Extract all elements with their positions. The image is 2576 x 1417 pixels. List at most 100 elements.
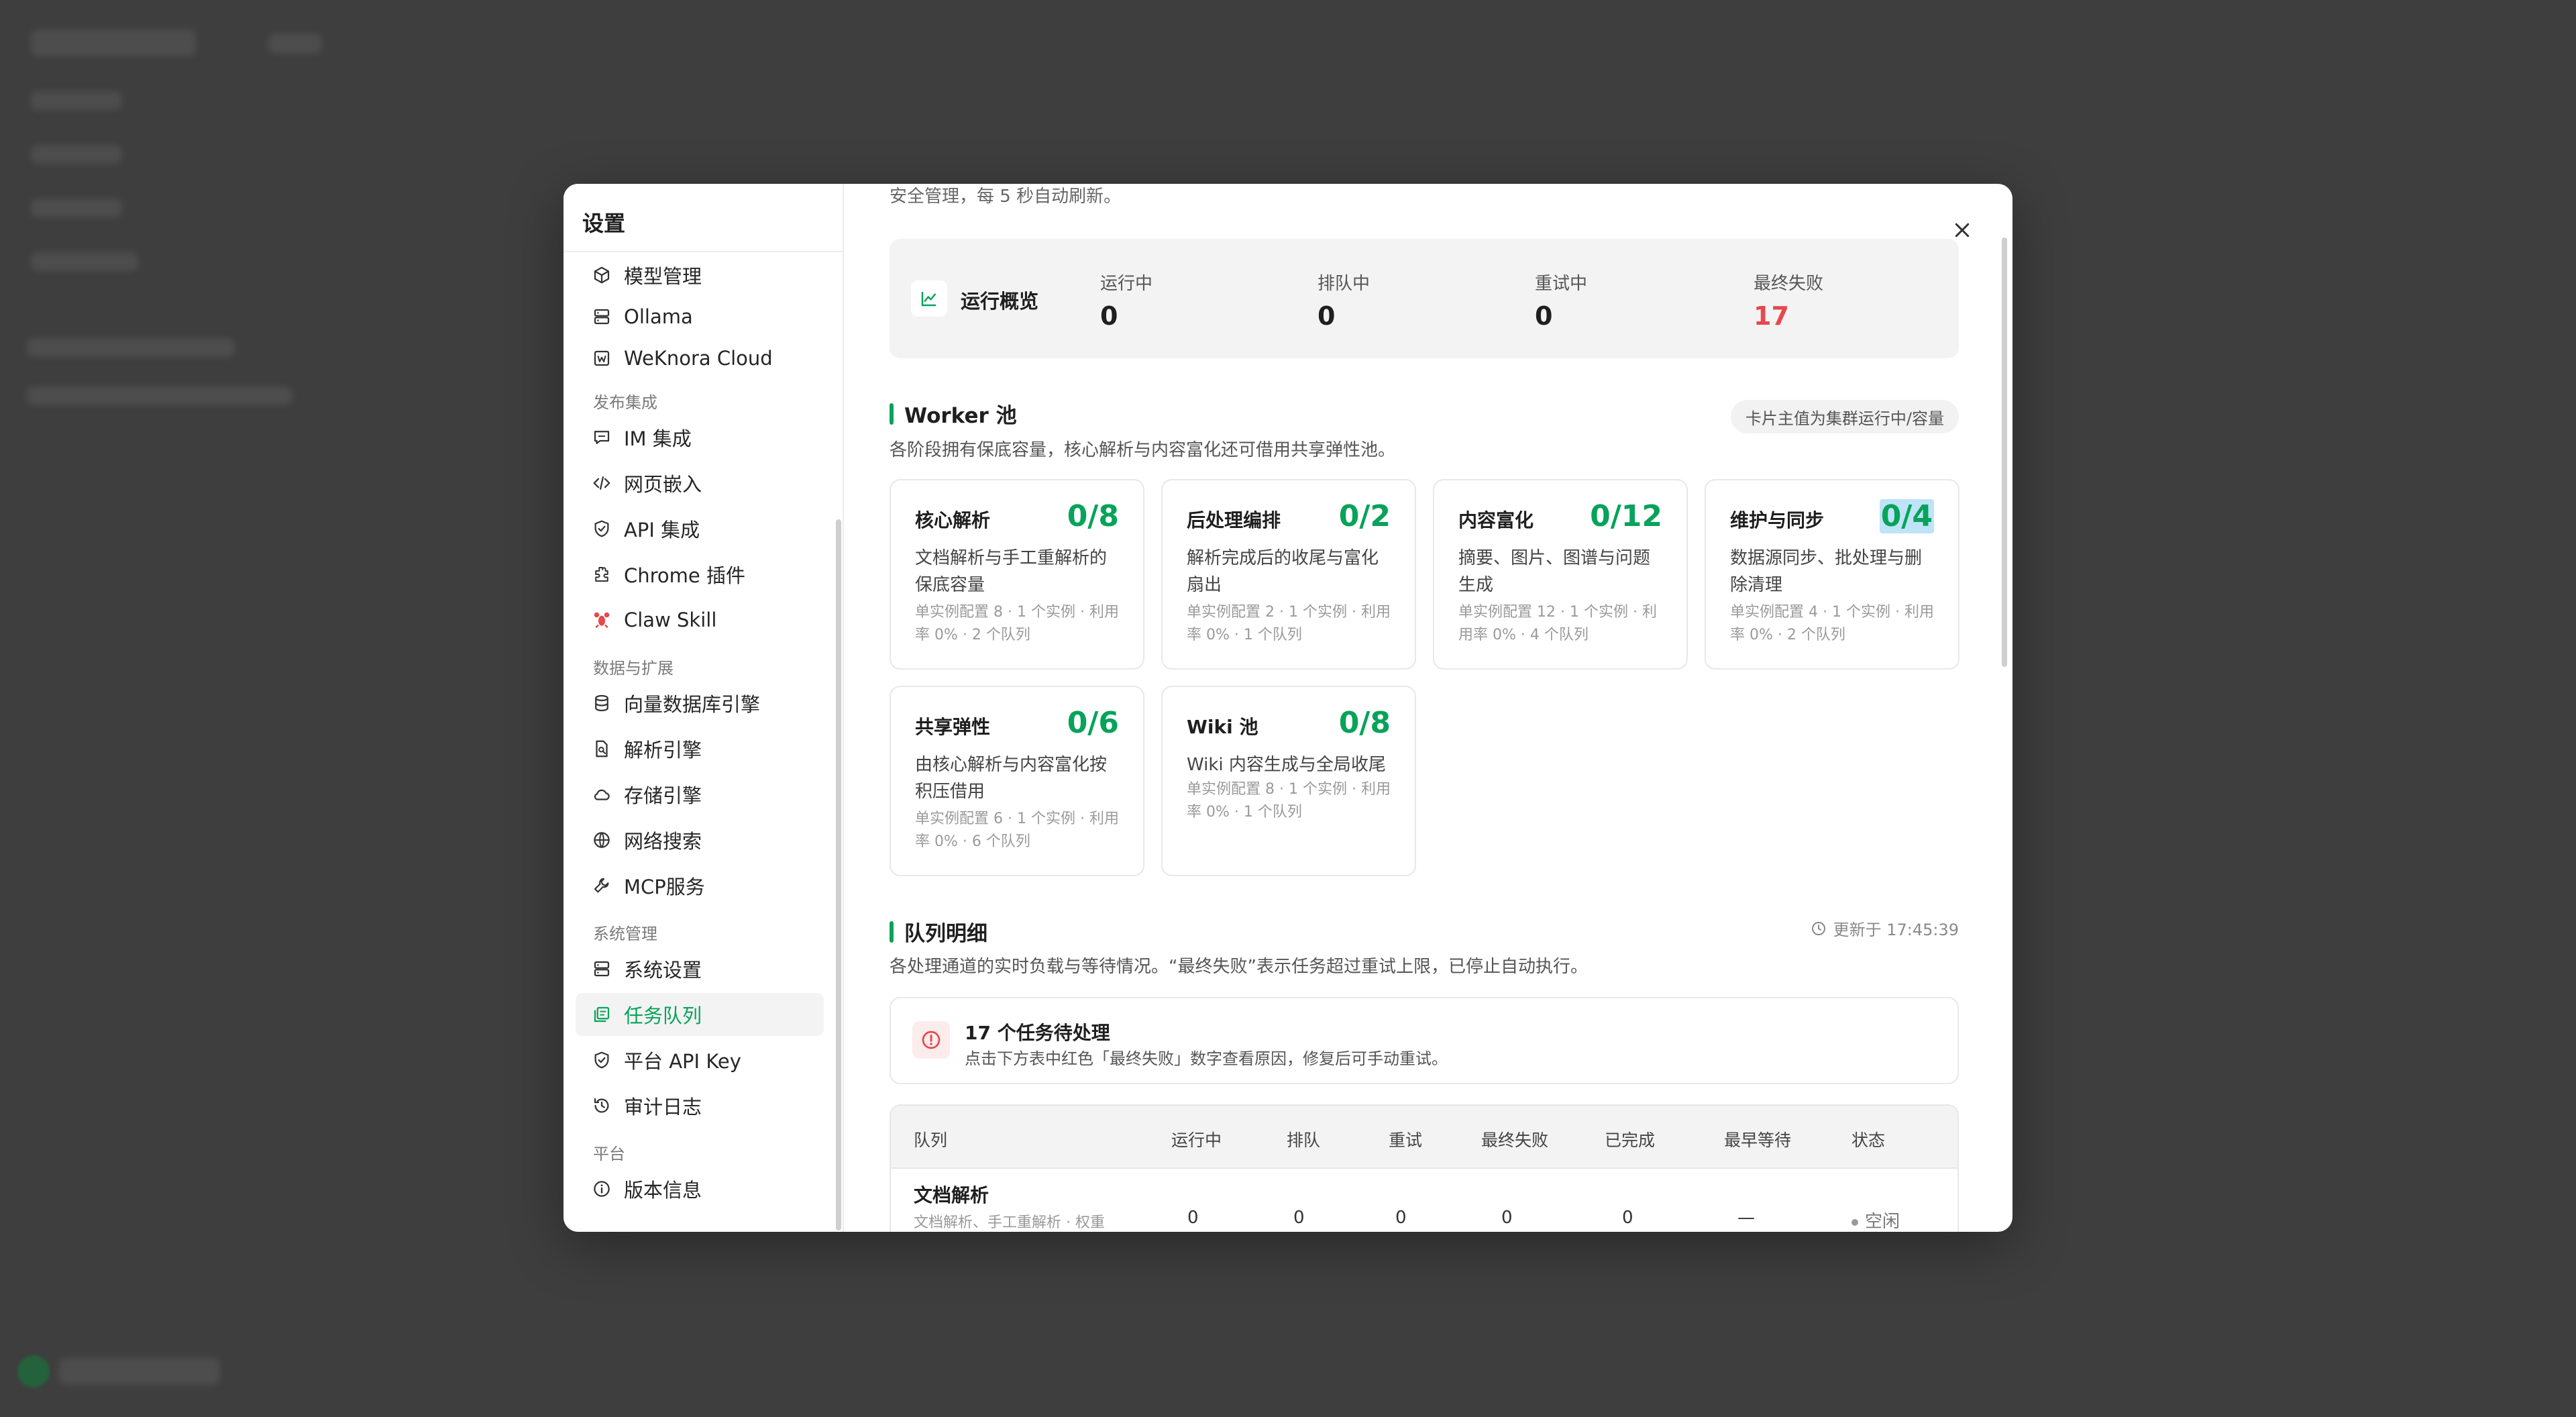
col-failed: 最终失败 bbox=[1481, 1131, 1549, 1150]
sidebar-nav: 模型管理 Ollama WeKnora Cloud 发布集成 IM 集成 网页嵌入 API … bbox=[564, 254, 844, 1232]
bg-nav-2 bbox=[31, 145, 122, 164]
sidebar-item-label: 解析引擎 bbox=[624, 739, 702, 762]
sidebar-item-label: Claw Skill bbox=[624, 609, 717, 631]
bg-toolbar bbox=[268, 34, 322, 54]
card-desc: 摘要、图片、图谱与问题生成 bbox=[1458, 548, 1651, 595]
stat-failed: 最终失败 17 bbox=[1754, 270, 1823, 331]
sidebar-item[interactable]: 任务队列 bbox=[576, 993, 824, 1036]
card-desc: 解析完成后的收尾与富化扇出 bbox=[1187, 548, 1379, 595]
worker-card: 维护与同步 0/4 数据源同步、批处理与删除清理 单实例配置 4 · 1 个实例 · … bbox=[1705, 479, 1960, 670]
col-retry: 重试 bbox=[1389, 1131, 1423, 1150]
puzzle-icon bbox=[592, 564, 612, 584]
card-meta: 单实例配置 12 · 1 个实例 · 利用率 0% · 4 个队列 bbox=[1458, 604, 1657, 643]
settings-sidebar: 设置 模型管理 Ollama WeKnora Cloud 发布集成 IM 集成 网页嵌入 A… bbox=[564, 184, 844, 1232]
sidebar-item-label: Ollama bbox=[624, 305, 693, 328]
bg-list-2 bbox=[27, 386, 292, 405]
stat-value: 0 bbox=[1100, 301, 1118, 331]
card-meta: 单实例配置 4 · 1 个实例 · 利用率 0% · 2 个队列 bbox=[1730, 604, 1934, 643]
queue-name: 文档解析 bbox=[914, 1184, 989, 1206]
code-icon bbox=[592, 473, 612, 493]
bg-user bbox=[59, 1358, 220, 1385]
sidebar-item[interactable]: 解析引擎 bbox=[576, 727, 824, 770]
sidebar-item-label: 网络搜索 bbox=[624, 830, 702, 853]
pending-alert: 17 个任务待处理 点击下方表中红色「最终失败」数字查看原因，修复后可手动重试。 bbox=[890, 997, 1959, 1084]
sidebar-item-label: 系统设置 bbox=[624, 959, 702, 982]
worker-card: Wiki 池 0/8 Wiki 内容生成与全局收尾 单实例配置 8 · 1 个实例 ·… bbox=[1161, 686, 1416, 876]
stat-value: 0 bbox=[1535, 301, 1553, 331]
stat-retrying: 重试中 0 bbox=[1535, 270, 1587, 331]
card-value: 0/2 bbox=[1338, 499, 1391, 533]
sidebar-item-label: WeKnora Cloud bbox=[624, 347, 773, 370]
col-done: 已完成 bbox=[1605, 1131, 1656, 1150]
card-name: 共享弹性 bbox=[915, 716, 991, 738]
cell-status: 空闲 bbox=[1851, 1208, 1900, 1232]
worker-card: 共享弹性 0/6 由核心解析与内容富化按积压借用 单实例配置 6 · 1 个实例 · … bbox=[890, 686, 1144, 876]
sidebar-item[interactable]: 版本信息 bbox=[576, 1167, 824, 1210]
chart-line-icon bbox=[911, 280, 947, 317]
sidebar-item[interactable]: Chrome 插件 bbox=[576, 553, 824, 596]
capacity-chip: 卡片主值为集群运行中/容量 bbox=[1730, 400, 1959, 433]
stat-value-failed[interactable]: 17 bbox=[1754, 301, 1823, 331]
sidebar-item-label: 平台 API Key bbox=[624, 1050, 741, 1073]
bg-avatar bbox=[17, 1355, 50, 1387]
stat-label: 最终失败 bbox=[1754, 274, 1824, 294]
info-icon bbox=[592, 1179, 612, 1199]
queue-icon bbox=[592, 1004, 612, 1025]
stat-label: 运行中 bbox=[1100, 274, 1153, 294]
sidebar-item[interactable]: 平台 API Key bbox=[576, 1039, 824, 1082]
database-icon bbox=[592, 693, 612, 713]
worker-card: 后处理编排 0/2 解析完成后的收尾与富化扇出 单实例配置 2 · 1 个实例 · 利… bbox=[1161, 479, 1416, 670]
overview-title: 运行概览 bbox=[961, 290, 1039, 313]
card-name: 后处理编排 bbox=[1187, 509, 1281, 531]
sidebar-item[interactable]: IM 集成 bbox=[576, 416, 824, 459]
sidebar-item[interactable]: 网络搜索 bbox=[576, 819, 824, 861]
sidebar-item[interactable]: 审计日志 bbox=[576, 1084, 824, 1127]
bg-nav-3 bbox=[31, 199, 122, 217]
main-scrollbar[interactable] bbox=[2002, 238, 2007, 667]
section-accent bbox=[890, 921, 894, 943]
sidebar-item[interactable]: MCP服务 bbox=[576, 864, 824, 907]
worker-pool-desc: 各阶段拥有保底容量，核心解析与内容富化还可借用共享弹性池。 bbox=[890, 440, 1396, 460]
sidebar-item[interactable]: 存储引擎 bbox=[576, 773, 824, 816]
wrench-icon bbox=[592, 876, 612, 896]
alert-title: 17 个任务待处理 bbox=[965, 1022, 1110, 1044]
sidebar-item[interactable]: 向量数据库引擎 bbox=[576, 682, 824, 725]
sidebar-item-label: 模型管理 bbox=[624, 265, 702, 288]
stat-queued: 排队中 0 bbox=[1318, 270, 1370, 331]
updated-time: 更新于 17:45:39 bbox=[1811, 916, 1959, 940]
settings-title: 设置 bbox=[582, 211, 626, 236]
w-logo-icon bbox=[592, 348, 612, 368]
card-desc: 由核心解析与内容富化按积压借用 bbox=[915, 755, 1108, 802]
sidebar-item[interactable]: 网页嵌入 bbox=[576, 462, 824, 505]
sidebar-item-label: MCP服务 bbox=[624, 876, 705, 898]
sidebar-group-label: 平台 bbox=[593, 1145, 625, 1163]
card-name: 内容富化 bbox=[1458, 509, 1534, 531]
card-value: 0/6 bbox=[1067, 706, 1119, 740]
sidebar-item[interactable]: 系统设置 bbox=[576, 947, 824, 990]
sidebar-item[interactable]: Ollama bbox=[576, 295, 824, 338]
shield-icon bbox=[592, 519, 612, 539]
shield-icon bbox=[592, 1050, 612, 1070]
close-icon bbox=[1955, 223, 1970, 238]
sidebar-item[interactable]: WeKnora Cloud bbox=[576, 337, 824, 380]
sidebar-scrollbar[interactable] bbox=[836, 519, 841, 1230]
lobster-icon bbox=[592, 610, 612, 630]
sidebar-group-label: 系统管理 bbox=[593, 925, 657, 943]
section-accent bbox=[890, 403, 894, 425]
col-queue: 队列 bbox=[914, 1131, 948, 1150]
sidebar-item[interactable]: API 集成 bbox=[576, 507, 824, 550]
sidebar-item[interactable]: 模型管理 bbox=[576, 254, 824, 297]
card-value: 0/12 bbox=[1590, 499, 1662, 533]
sidebar-item-label: 审计日志 bbox=[624, 1096, 702, 1118]
queue-detail-title: 队列明细 bbox=[904, 922, 987, 946]
queue-detail-desc: 各处理通道的实时负载与等待情况。“最终失败”表示任务超过重试上限，已停止自动执行… bbox=[890, 957, 1588, 977]
sidebar-item-label: 存储引擎 bbox=[624, 784, 702, 807]
card-desc: 文档解析与手工重解析的保底容量 bbox=[915, 548, 1108, 595]
sidebar-item-label: 向量数据库引擎 bbox=[624, 693, 761, 716]
stat-label: 排队中 bbox=[1318, 274, 1371, 294]
sidebar-item[interactable]: Claw Skill bbox=[576, 598, 824, 641]
cloud-icon bbox=[592, 784, 612, 804]
cell-failed[interactable]: 0 bbox=[1501, 1208, 1513, 1228]
status-dot bbox=[1851, 1218, 1858, 1226]
col-oldest: 最早等待 bbox=[1724, 1131, 1792, 1150]
